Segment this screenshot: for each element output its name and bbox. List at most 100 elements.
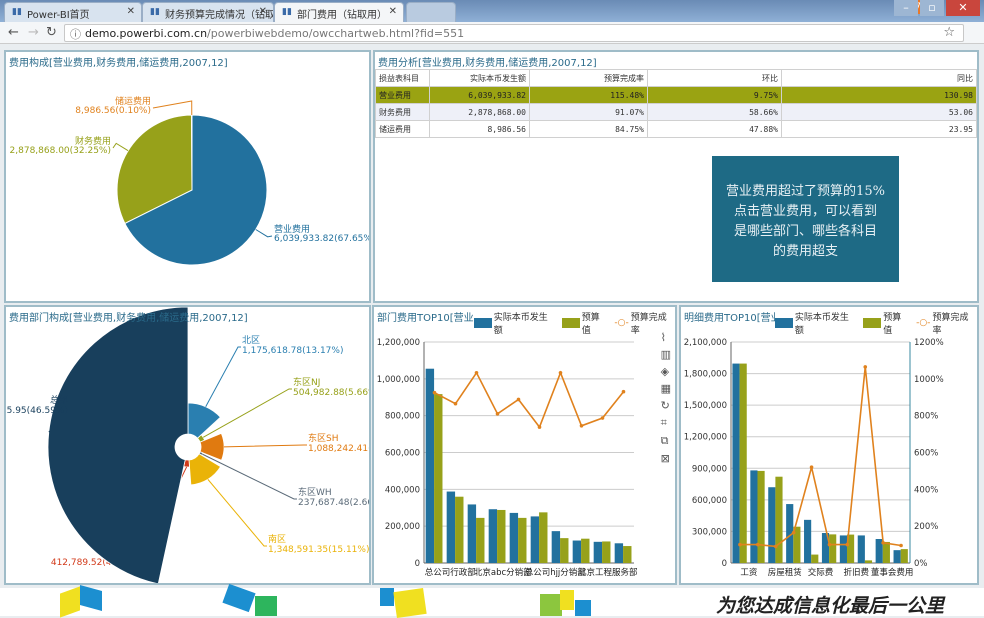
- close-icon[interactable]: ⊠: [661, 452, 671, 465]
- rate-point: [517, 398, 521, 402]
- bar-actual: [594, 542, 602, 563]
- legend-swatch: [775, 318, 793, 328]
- table-row[interactable]: 财务费用2,878,868.0091.07%58.66%53.06: [376, 104, 977, 121]
- close-window-button[interactable]: ✕: [946, 0, 980, 16]
- slice-label: 东区SH: [308, 432, 338, 444]
- decorative-cube: [393, 588, 426, 618]
- tiled-icon[interactable]: ▦: [661, 382, 671, 395]
- legend-item[interactable]: 预算值: [562, 310, 608, 336]
- url-path: /powerbiwebdemo/owcchartweb.html?fid=551: [207, 27, 464, 40]
- x-tick-label: 总公司行政部: [425, 567, 477, 578]
- url-input[interactable]: ⓘdemo.powerbi.com.cn/powerbiwebdemo/owcc…: [64, 24, 964, 42]
- browser-tab-bar: ▮▮Power-BI首页✕ ▮▮财务预算完成情况（钻取✕ ▮▮部门费用（钻取用）…: [0, 0, 984, 22]
- y-tick-label: 0: [415, 559, 420, 569]
- slice-label: 南区: [268, 533, 286, 545]
- legend-item[interactable]: 实际本币发生额: [474, 310, 556, 336]
- tab-dept-expense[interactable]: ▮▮部门费用（钻取用）✕: [274, 2, 404, 22]
- panel-title: 明细费用TOP10[营业: [684, 309, 781, 324]
- top10-detail-chart[interactable]: 0300,000600,000900,0001,200,0001,500,000…: [681, 307, 977, 583]
- dept-rose-chart[interactable]: 北区1,175,618.78(13.17%)东区NJ504,982.88(5.6…: [6, 307, 369, 583]
- callout-line: 是哪些部门、哪些各科目: [712, 222, 899, 242]
- cell: 84.75%: [530, 121, 648, 138]
- close-icon[interactable]: ✕: [127, 6, 135, 17]
- chart-icon: ▮▮: [150, 7, 160, 17]
- rate-point: [738, 543, 742, 547]
- footer-banner: 为您达成信息化最后一公里: [0, 588, 984, 616]
- bar-actual: [426, 369, 434, 563]
- legend-item[interactable]: 实际本币发生额: [775, 310, 857, 336]
- stack-icon[interactable]: ◈: [661, 365, 671, 378]
- cell: 9.75%: [648, 87, 782, 104]
- top10-dept-chart[interactable]: 0200,000400,000600,000800,0001,000,0001,…: [374, 307, 675, 583]
- rate-point: [899, 544, 903, 548]
- callout-line: 点击营业费用，可以看到: [712, 202, 899, 222]
- rate-point: [559, 371, 563, 375]
- composition-pie-chart[interactable]: 营业费用6,039,933.82(67.65%)财务费用2,878,868.00…: [6, 52, 369, 301]
- rate-point: [774, 545, 778, 549]
- dept-panel: 费用部门构成[营业费用,财务费用,储运费用,2007,12] 北区1,175,6…: [4, 305, 371, 585]
- legend-swatch: [863, 318, 881, 328]
- bar-budget: [518, 518, 526, 563]
- slice-value: 875.95(46.59%): [6, 406, 68, 416]
- tab-budget[interactable]: ▮▮财务预算完成情况（钻取✕: [142, 2, 274, 22]
- line-chart-icon[interactable]: ⌇: [661, 331, 671, 344]
- table-row[interactable]: 储运费用8,986.5684.75%47.88%23.95: [376, 121, 977, 138]
- forward-button[interactable]: →: [28, 25, 39, 40]
- restore-icon[interactable]: ↻: [661, 399, 671, 412]
- back-button[interactable]: ←: [8, 25, 19, 40]
- rate-point: [622, 390, 626, 394]
- legend-swatch: [562, 318, 580, 328]
- rate-point: [538, 425, 542, 429]
- data-zoom-icon[interactable]: ⌗: [661, 416, 671, 430]
- label-line: [153, 101, 192, 115]
- cell[interactable]: 储运费用: [376, 121, 430, 138]
- legend-item[interactable]: -○-预算完成率: [916, 310, 977, 336]
- y-tick-label: 400,000: [385, 485, 420, 495]
- address-bar-row: ← → ↻ ⓘdemo.powerbi.com.cn/powerbiwebdem…: [0, 22, 984, 44]
- y2-tick-label: 1200%: [914, 338, 944, 348]
- bar-budget: [434, 394, 442, 563]
- rate-point: [475, 371, 479, 375]
- legend-label: 预算值: [883, 310, 910, 336]
- bar-chart-icon[interactable]: ▥: [661, 348, 671, 361]
- close-icon[interactable]: ✕: [389, 6, 397, 17]
- rate-point: [454, 402, 458, 406]
- slice-value: 504,982.88(5.66%): [293, 388, 369, 398]
- bar-actual: [615, 543, 623, 563]
- bookmark-star-icon[interactable]: ☆: [943, 25, 955, 40]
- close-icon[interactable]: ✕: [259, 6, 267, 17]
- bar-budget: [865, 560, 872, 563]
- info-icon: ⓘ: [70, 26, 81, 42]
- column-header: 预算完成率: [530, 70, 648, 87]
- maximize-button[interactable]: ▫: [920, 0, 944, 16]
- new-tab-button[interactable]: [406, 2, 456, 22]
- bar-budget: [757, 471, 764, 563]
- analysis-panel: 费用分析[营业费用,财务费用,储运费用,2007,12] 损益表科目 实际本币发…: [373, 50, 979, 303]
- table-row[interactable]: 营业费用6,039,933.82115.48%9.75%130.98: [376, 87, 977, 104]
- panel-title: 费用部门构成[营业费用,财务费用,储运费用,2007,12]: [9, 309, 248, 324]
- decorative-cube: [80, 585, 102, 611]
- minimize-button[interactable]: –: [894, 0, 918, 16]
- bar-budget: [539, 512, 547, 563]
- bar-actual: [732, 364, 739, 563]
- reload-button[interactable]: ↻: [46, 25, 57, 40]
- chart-icon: ▮▮: [282, 7, 292, 17]
- slice-value: 237,687.48(2.66%): [298, 498, 369, 508]
- chart-toolbox: ⌇ ▥ ◈ ▦ ↻ ⌗ ⧉ ⊠: [661, 331, 671, 465]
- legend-label: 实际本币发生额: [795, 310, 858, 336]
- legend-item[interactable]: 预算值: [863, 310, 910, 336]
- cell[interactable]: 营业费用: [376, 87, 430, 104]
- rate-point: [810, 465, 814, 469]
- x-tick-label: 北京abc分销部: [474, 567, 532, 578]
- bar-actual: [750, 470, 757, 563]
- chart-legend: 实际本币发生额预算值-○-预算完成率: [775, 310, 977, 336]
- tab-powerbi-home[interactable]: ▮▮Power-BI首页✕: [4, 2, 142, 22]
- slice-label: 东区NJ: [293, 376, 320, 388]
- rate-point: [863, 365, 867, 369]
- bar-budget: [581, 539, 589, 563]
- cell: 2,878,868.00: [430, 104, 530, 121]
- save-icon[interactable]: ⧉: [661, 434, 671, 448]
- cell[interactable]: 财务费用: [376, 104, 430, 121]
- rate-point: [828, 543, 832, 547]
- callout-line: 的费用超支: [712, 242, 899, 262]
